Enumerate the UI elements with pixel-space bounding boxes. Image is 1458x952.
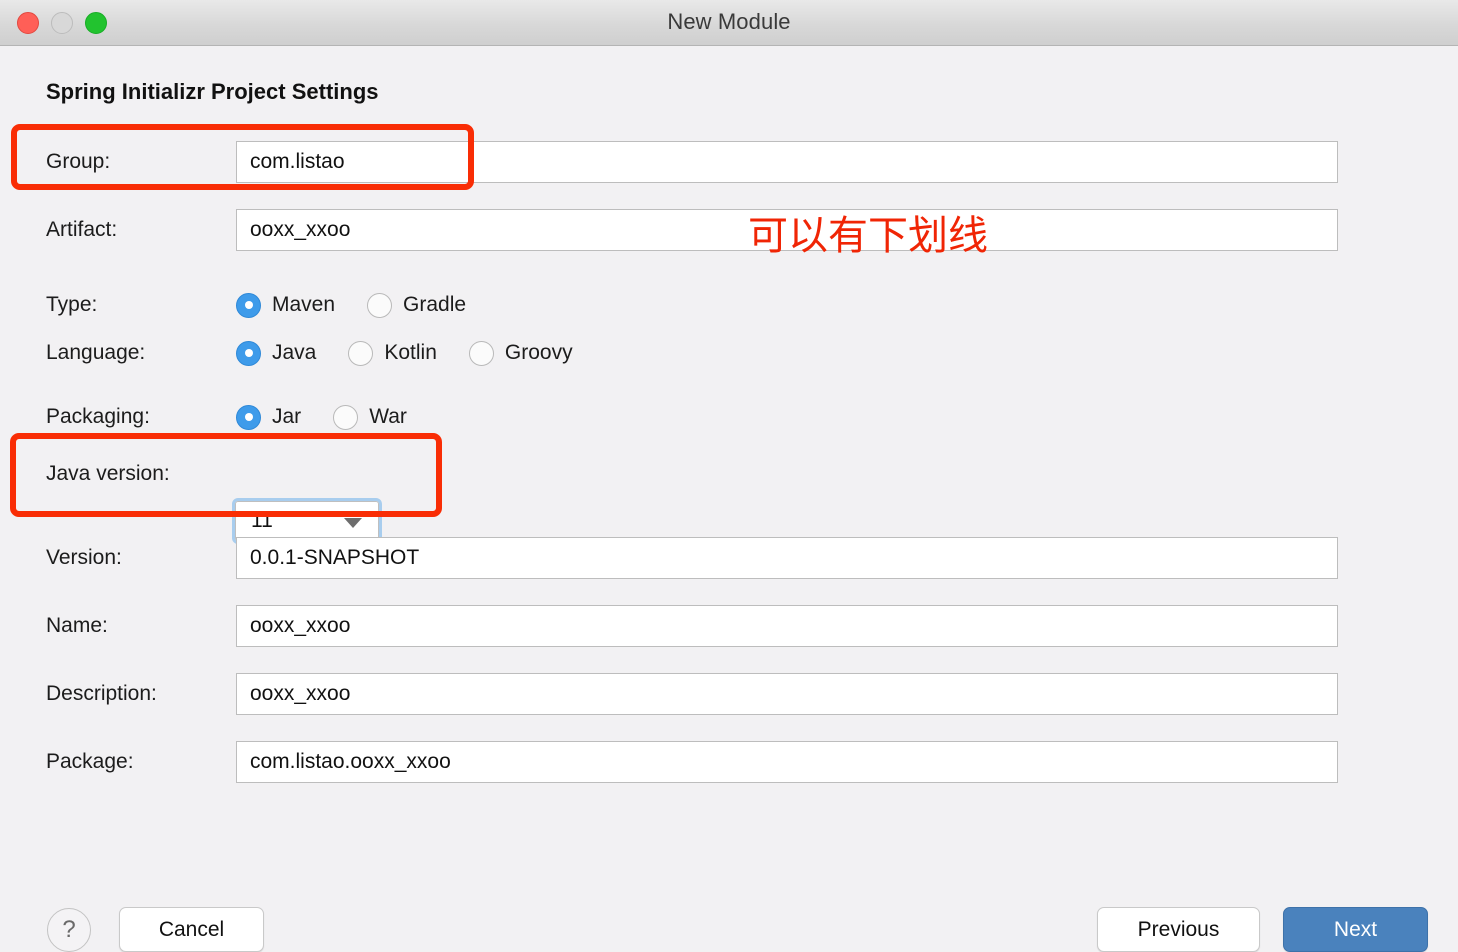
type-option-maven[interactable]: Maven [236,292,336,318]
name-input[interactable]: ooxx_xxoo [236,605,1338,647]
language-option-groovy[interactable]: Groovy [468,340,573,366]
group-label: Group: [46,150,111,173]
description-label: Description: [46,682,157,705]
packaging-label: Packaging: [46,405,150,428]
name-label: Name: [46,614,108,637]
annotation-note-underscore: 可以有下划线 [748,213,988,259]
type-label: Type: [46,293,98,316]
package-label: Package: [46,750,134,773]
window-title: New Module [667,9,791,34]
language-option-java[interactable]: Java [236,340,317,366]
java-version-label: Java version: [46,462,170,485]
radio-unselected-icon[interactable] [333,404,359,430]
field-row-artifact: Artifact: ooxx_xxoo [0,209,1458,251]
field-row-description: Description: ooxx_xxoo [0,673,1458,715]
chevron-down-icon[interactable] [344,518,362,528]
radio-selected-icon[interactable] [236,404,261,430]
version-label: Version: [46,546,122,569]
language-option-groovy-label: Groovy [504,341,573,364]
description-input[interactable]: ooxx_xxoo [236,673,1338,715]
type-radio-group: Maven Gradle [236,284,484,326]
group-input[interactable]: com.listao [236,141,1338,183]
artifact-label: Artifact: [46,218,118,241]
page-title: Spring Initializr Project Settings [46,79,379,104]
radio-unselected-icon[interactable] [468,340,494,366]
field-row-package: Package: com.listao.ooxx_xxoo [0,741,1458,783]
field-row-group: Group: com.listao [0,141,1458,183]
language-radio-group: Java Kotlin Groovy [236,332,591,374]
dialog-content: Spring Initializr Project Settings Group… [0,46,1458,952]
packaging-option-war-label: War [369,405,407,428]
language-option-kotlin[interactable]: Kotlin [348,340,437,366]
language-option-java-label: Java [272,341,317,364]
package-input[interactable]: com.listao.ooxx_xxoo [236,741,1338,783]
window-titlebar: New Module [0,0,1458,46]
type-option-gradle-label: Gradle [403,293,467,316]
field-row-version: Version: 0.0.1-SNAPSHOT [0,537,1458,579]
version-input[interactable]: 0.0.1-SNAPSHOT [236,537,1338,579]
packaging-option-jar[interactable]: Jar [236,404,302,430]
field-row-type: Type: Maven Gradle [0,284,1458,326]
radio-unselected-icon[interactable] [367,292,393,318]
field-row-java-version: Java version: [0,453,1458,495]
language-label: Language: [46,341,146,364]
previous-button[interactable]: Previous [1097,907,1260,952]
packaging-option-war[interactable]: War [333,404,407,430]
field-row-name: Name: ooxx_xxoo [0,605,1458,647]
language-option-kotlin-label: Kotlin [384,341,437,364]
next-button[interactable]: Next [1283,907,1428,952]
packaging-option-jar-label: Jar [272,405,302,428]
radio-selected-icon[interactable] [236,292,261,318]
java-version-select[interactable]: 11 [235,501,379,541]
field-row-language: Language: Java Kotlin Groovy [0,332,1458,374]
type-option-maven-label: Maven [272,293,336,316]
packaging-radio-group: Jar War [236,396,425,438]
java-version-value: 11 [251,509,273,532]
cancel-button[interactable]: Cancel [119,907,264,952]
field-row-packaging: Packaging: Jar War [0,396,1458,438]
help-button[interactable]: ? [47,908,91,952]
radio-unselected-icon[interactable] [348,340,374,366]
type-option-gradle[interactable]: Gradle [367,292,467,318]
radio-selected-icon[interactable] [236,340,261,366]
